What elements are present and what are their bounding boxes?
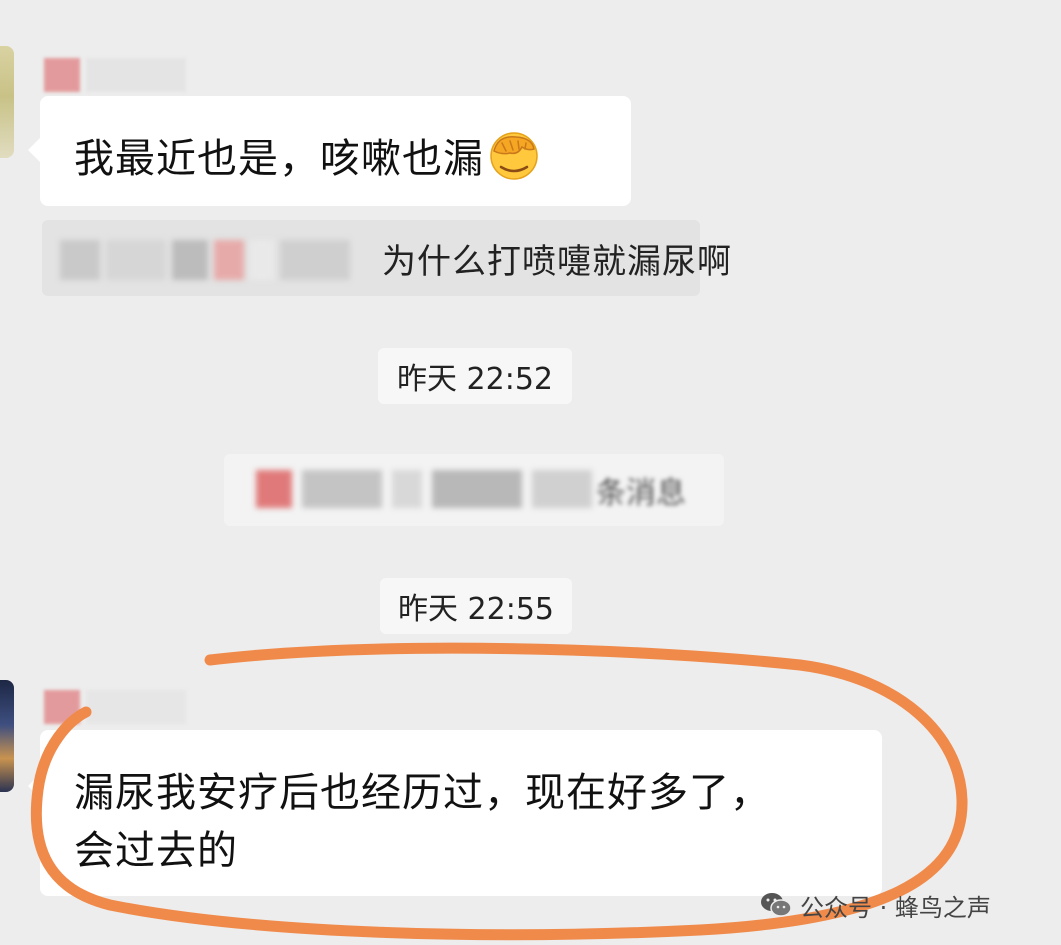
- watermark-label: 公众号 · 蜂鸟之声: [800, 893, 991, 922]
- system-notice-blurred: 条消息: [224, 454, 724, 526]
- sender-nickname-blurred: [44, 58, 186, 92]
- quoted-text: 为什么打喷嚏就漏尿啊: [382, 241, 732, 282]
- wechat-icon: [761, 893, 792, 917]
- message-bubble[interactable]: 我最近也是，咳嗽也漏: [28, 96, 631, 206]
- message-text-line: 漏尿我安疗后也经历过，现在好多了，: [74, 770, 771, 816]
- timestamp: 昨天 22:52: [378, 348, 572, 404]
- sender-nickname-blurred: [44, 690, 186, 724]
- facepalm-emoji-icon: [490, 132, 538, 180]
- quoted-sender-blurred: [60, 240, 360, 280]
- sender-avatar[interactable]: [0, 680, 14, 792]
- message-text: 我最近也是，咳嗽也漏: [74, 136, 484, 182]
- bubble-tail: [28, 138, 40, 162]
- timestamp: 昨天 22:55: [380, 578, 572, 634]
- watermark: 公众号 · 蜂鸟之声: [760, 885, 991, 925]
- quoted-message[interactable]: 为什么打喷嚏就漏尿啊: [42, 220, 731, 296]
- system-notice-text: 条消息: [596, 476, 686, 511]
- bubble-tail: [28, 774, 40, 798]
- sender-avatar[interactable]: [0, 46, 14, 158]
- message-bubble[interactable]: 漏尿我安疗后也经历过，现在好多了， 会过去的: [28, 730, 882, 896]
- message-text-line: 会过去的: [74, 828, 238, 874]
